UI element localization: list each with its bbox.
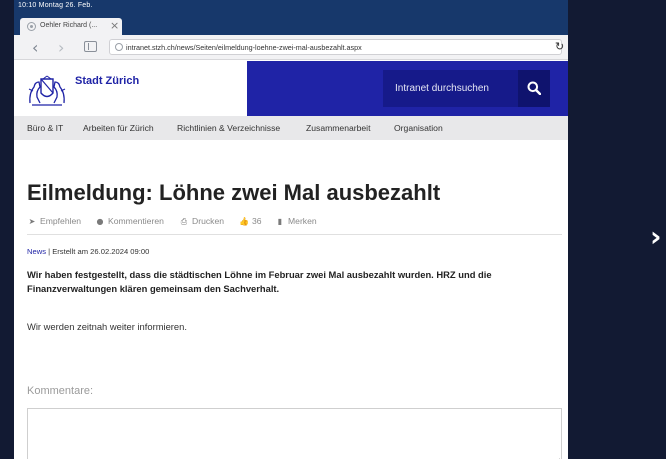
search-input[interactable]	[383, 70, 518, 107]
comment-textarea[interactable]	[27, 408, 562, 459]
url-text: intranet.stzh.ch/news/Seiten/eilmeldung-…	[126, 43, 362, 52]
category-link[interactable]: News	[27, 247, 46, 256]
tab-bar: Oehler Richard (... ×	[14, 15, 568, 35]
like-action[interactable]: 👍 36	[239, 216, 262, 226]
comments-heading: Kommentare:	[27, 385, 94, 397]
site-header: Stadt Zürich	[14, 61, 568, 116]
bookmark-action[interactable]: ▮ Merken	[275, 216, 317, 226]
recommend-action[interactable]: ➤ Empfehlen	[27, 216, 81, 226]
forward-button[interactable]: ›	[58, 38, 64, 57]
nav-item-buero-it[interactable]: Büro & IT	[27, 123, 63, 133]
status-bar: 10:10 Montag 26. Feb.	[14, 0, 568, 15]
search-button[interactable]	[518, 70, 550, 107]
url-field[interactable]: intranet.stzh.ch/news/Seiten/eilmeldung-…	[109, 39, 562, 55]
bookmark-icon: ▮	[277, 217, 283, 226]
address-bar: ‹ › intranet.stzh.ch/news/Seiten/eilmeld…	[14, 35, 568, 60]
search-box	[383, 70, 518, 107]
printer-icon: ⎙	[180, 217, 188, 226]
send-icon: ➤	[28, 217, 36, 226]
tab-title: Oehler Richard (...	[40, 22, 98, 29]
chevron-right-icon[interactable]: ›	[650, 222, 662, 252]
nav-item-arbeiten-fuer-zuerich[interactable]: Arbeiten für Zürich	[83, 123, 154, 133]
article: Eilmeldung: Löhne zwei Mal ausbezahlt ➤ E…	[14, 140, 568, 459]
article-meta: News | Erstellt am 26.02.2024 09:00	[27, 247, 149, 256]
browser-tab[interactable]: Oehler Richard (... ×	[20, 18, 122, 35]
article-lead: Wir haben festgestellt, dass die städtis…	[27, 269, 492, 294]
nav-item-zusammenarbeit[interactable]: Zusammenarbeit	[306, 123, 370, 133]
brand-name[interactable]: Stadt Zürich	[75, 75, 139, 87]
speech-bubble-icon: ●	[96, 217, 104, 226]
like-count: 36	[252, 216, 262, 226]
tablet-screen: 10:10 Montag 26. Feb. Oehler Richard (..…	[14, 0, 568, 459]
zurich-coat-of-arms-logo[interactable]	[26, 73, 68, 107]
globe-icon	[27, 22, 36, 31]
page-title: Eilmeldung: Löhne zwei Mal ausbezahlt	[27, 180, 441, 205]
site-info-icon[interactable]	[115, 43, 123, 51]
recommend-label: Empfehlen	[40, 216, 82, 226]
thumbs-up-icon: 👍	[239, 217, 249, 226]
close-tab-icon[interactable]: ×	[110, 19, 119, 32]
print-action[interactable]: ⎙ Drucken	[179, 216, 224, 227]
nav-item-richtlinien[interactable]: Richtlinien & Verzeichnisse	[177, 123, 280, 133]
search-icon	[527, 81, 541, 95]
bookmark-label: Merken	[288, 216, 317, 226]
created-date: | Erstellt am 26.02.2024 09:00	[46, 247, 150, 256]
back-button[interactable]: ‹	[32, 38, 38, 57]
article-body: Wir werden zeitnah weiter informieren.	[27, 321, 187, 332]
reload-button[interactable]: ↻	[555, 40, 564, 53]
status-time: 10:10 Montag 26. Feb.	[18, 2, 93, 9]
main-navigation: Büro & IT Arbeiten für Zürich Richtlinie…	[14, 116, 568, 140]
reader-view-icon[interactable]	[84, 41, 97, 52]
comment-action[interactable]: ● Kommentieren	[95, 216, 164, 226]
comment-label: Kommentieren	[108, 216, 164, 226]
divider	[27, 234, 562, 235]
print-label: Drucken	[192, 216, 224, 226]
nav-item-organisation[interactable]: Organisation	[394, 123, 443, 133]
